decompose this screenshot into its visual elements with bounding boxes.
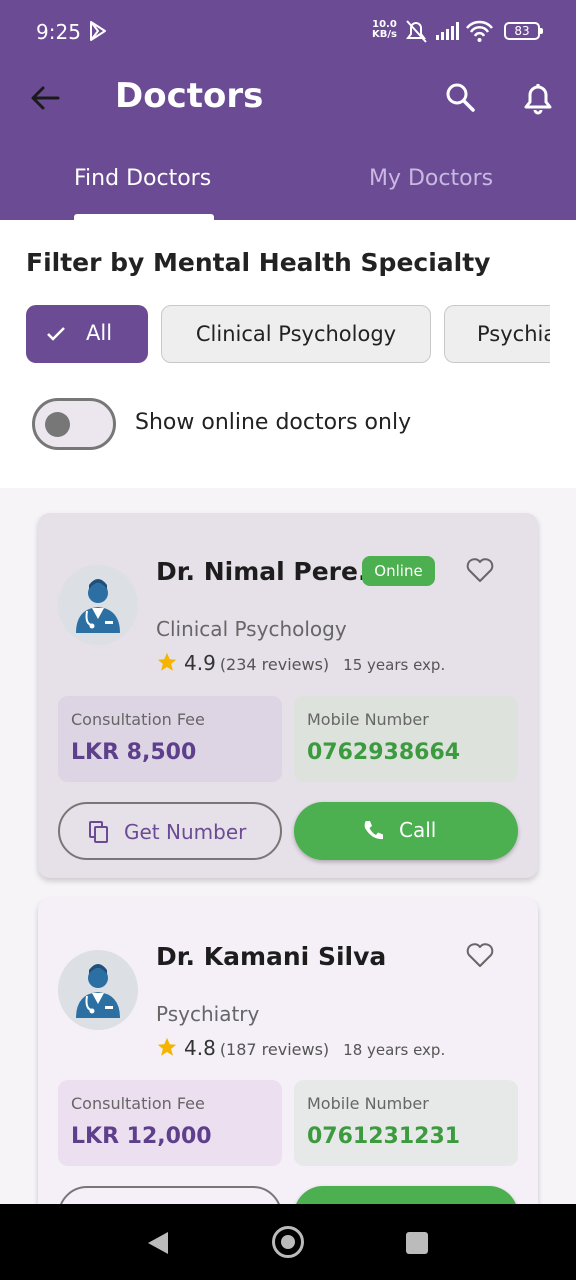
doctor-avatar	[58, 950, 138, 1030]
filter-title: Filter by Mental Health Specialty	[26, 248, 491, 277]
experience: 18 years exp.	[343, 1041, 446, 1059]
rating-row: 4.9 (234 reviews) 15 years exp.	[156, 651, 445, 675]
mobile-number-box: Mobile Number 0762938664	[294, 696, 518, 782]
mobile-value: 0762938664	[307, 740, 461, 765]
nav-back-icon[interactable]	[146, 1230, 170, 1256]
copy-icon	[89, 821, 108, 843]
fee-label: Consultation Fee	[71, 710, 205, 729]
back-arrow-icon[interactable]	[28, 80, 64, 116]
doctor-specialty: Psychiatry	[156, 1002, 260, 1026]
fee-label: Consultation Fee	[71, 1094, 205, 1113]
consultation-fee-box: Consultation Fee LKR 8,500	[58, 696, 282, 782]
doctor-avatar	[58, 565, 138, 645]
play-store-icon	[90, 21, 106, 41]
online-badge: Online	[362, 556, 435, 586]
doctor-icon	[76, 964, 120, 1018]
top-app-area: 9:25 10.0 KB/s 83 Doctors Find Doctors M…	[0, 0, 576, 220]
review-count: (234 reviews)	[219, 655, 330, 674]
signal-icon	[436, 22, 459, 40]
favorite-heart-icon[interactable]	[466, 557, 494, 583]
status-bar: 9:25 10.0 KB/s 83	[0, 0, 576, 64]
call-button[interactable]: Call	[294, 802, 518, 860]
consultation-fee-box: Consultation Fee LKR 12,000	[58, 1080, 282, 1166]
battery-icon: 83	[504, 22, 543, 40]
online-only-toggle[interactable]	[32, 398, 116, 450]
star-icon	[157, 652, 177, 671]
mobile-label: Mobile Number	[307, 710, 429, 729]
page-title: Doctors	[115, 76, 264, 116]
chip-clinical-psychology[interactable]: Clinical Psychology	[161, 305, 431, 363]
fee-value: LKR 12,000	[71, 1124, 212, 1149]
star-icon	[157, 1037, 177, 1056]
doctor-name: Dr. Nimal Pere...	[156, 557, 387, 586]
get-number-label: Get Number	[124, 820, 247, 844]
tab-find-doctors[interactable]: Find Doctors	[74, 166, 211, 191]
mobile-value: 0761231231	[307, 1124, 461, 1149]
doctor-card[interactable]: Dr. Kamani Silva Psychiatry 4.8 (187 revi…	[38, 898, 538, 1244]
status-icons	[406, 20, 493, 43]
mute-bell-icon	[406, 20, 427, 43]
favorite-heart-icon[interactable]	[466, 942, 494, 968]
chip-psychiatry[interactable]: Psychiatry	[444, 305, 550, 363]
phone-icon	[364, 821, 383, 840]
wifi-icon	[466, 20, 493, 37]
get-number-button[interactable]: Get Number	[58, 802, 282, 860]
doctor-icon	[76, 579, 120, 633]
filter-panel: Filter by Mental Health Specialty All Cl…	[0, 220, 576, 488]
nav-recents-icon[interactable]	[406, 1232, 428, 1254]
chip-all[interactable]: All	[26, 305, 148, 363]
search-icon[interactable]	[442, 80, 478, 116]
net-speed: 10.0 KB/s	[372, 19, 397, 40]
nav-home-icon[interactable]	[272, 1226, 304, 1258]
toggle-knob	[45, 412, 70, 437]
tab-my-doctors[interactable]: My Doctors	[369, 166, 493, 191]
mobile-label: Mobile Number	[307, 1094, 429, 1113]
mobile-number-box: Mobile Number 0761231231	[294, 1080, 518, 1166]
chip-label: All	[86, 321, 113, 345]
rating-value: 4.9	[184, 651, 216, 675]
check-icon	[47, 327, 65, 341]
doctor-name: Dr. Kamani Silva	[156, 942, 387, 971]
rating-row: 4.8 (187 reviews) 18 years exp.	[156, 1036, 445, 1060]
status-time: 9:25	[36, 20, 81, 44]
experience: 15 years exp.	[343, 656, 446, 674]
call-label: Call	[399, 818, 437, 842]
review-count: (187 reviews)	[219, 1040, 330, 1059]
online-only-label: Show online doctors only	[135, 410, 412, 435]
system-nav-bar	[0, 1204, 576, 1280]
fee-value: LKR 8,500	[71, 740, 197, 765]
doctor-specialty: Clinical Psychology	[156, 617, 347, 641]
notification-bell-icon[interactable]	[520, 80, 556, 116]
rating-value: 4.8	[184, 1036, 216, 1060]
doctor-card[interactable]: Dr. Nimal Pere... Online Clinical Psycho…	[38, 513, 538, 878]
